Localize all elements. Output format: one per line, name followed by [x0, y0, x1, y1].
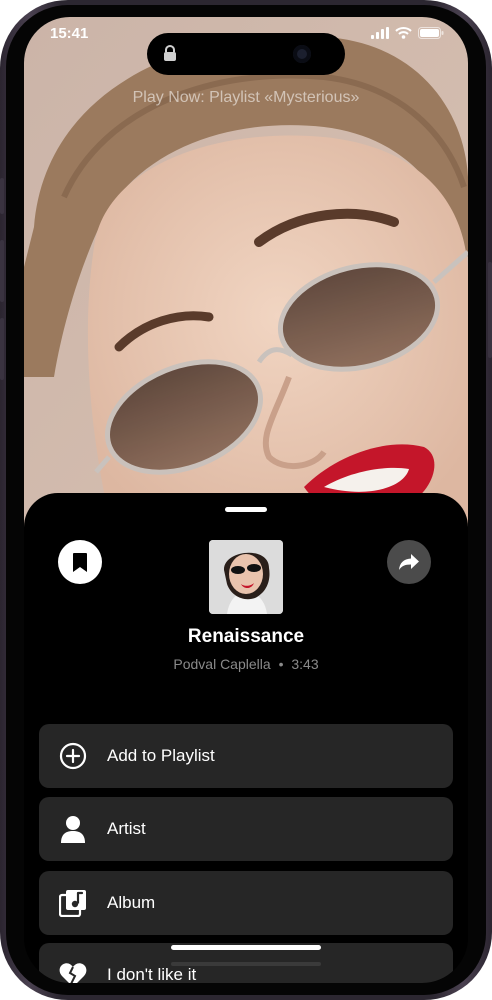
camera-lens [293, 45, 311, 63]
separator-dot: • [278, 656, 284, 672]
bookmark-icon [73, 552, 87, 572]
power-button [488, 262, 492, 358]
menu-label-add-to-playlist: Add to Playlist [107, 746, 215, 765]
menu-item-artist[interactable]: Artist [39, 797, 453, 861]
wifi-icon [395, 27, 412, 39]
add-circle-icon [59, 742, 87, 770]
track-duration: 3:43 [291, 656, 319, 672]
track-title: Renaissance [187, 626, 305, 647]
signal-icon [371, 27, 389, 39]
menu-label-artist: Artist [107, 819, 146, 838]
artist-name[interactable]: Podval Caplella [173, 656, 270, 672]
menu-label-dislike: I don't like it [107, 965, 197, 983]
status-icons [371, 27, 444, 39]
battery-icon [418, 27, 444, 39]
share-icon [399, 554, 419, 570]
now-playing-label: Play Now: Playlist «Mysterious» [132, 89, 360, 106]
volume-up-button [0, 240, 4, 302]
status-time: 15:41 [50, 25, 89, 42]
person-icon [59, 815, 87, 843]
share-button[interactable] [387, 540, 431, 584]
volume-down-button [0, 318, 4, 380]
broken-heart-icon [59, 961, 87, 983]
album-cover [209, 540, 283, 614]
lock-icon [164, 45, 176, 61]
dynamic-island [147, 33, 345, 75]
mute-switch [0, 178, 4, 214]
screen: 15:41 Play Now: Playlist «Mysterious» Re… [24, 17, 468, 983]
menu-item-album[interactable]: Album [39, 871, 453, 935]
menu-item-add-to-playlist[interactable]: Add to Playlist [39, 724, 453, 788]
menu-label-album: Album [107, 893, 156, 912]
bookmark-button[interactable] [58, 540, 102, 584]
home-indicator[interactable] [171, 945, 321, 950]
track-subtitle: Podval Caplella • 3:43 [24, 656, 468, 672]
sheet-handle[interactable] [225, 507, 267, 512]
album-icon [59, 889, 87, 917]
phone-frame: 15:41 Play Now: Playlist «Mysterious» Re… [0, 0, 492, 1000]
track-options-sheet: Renaissance Podval Caplella • 3:43 Add t… [24, 493, 468, 983]
home-indicator-shadow [171, 962, 321, 966]
